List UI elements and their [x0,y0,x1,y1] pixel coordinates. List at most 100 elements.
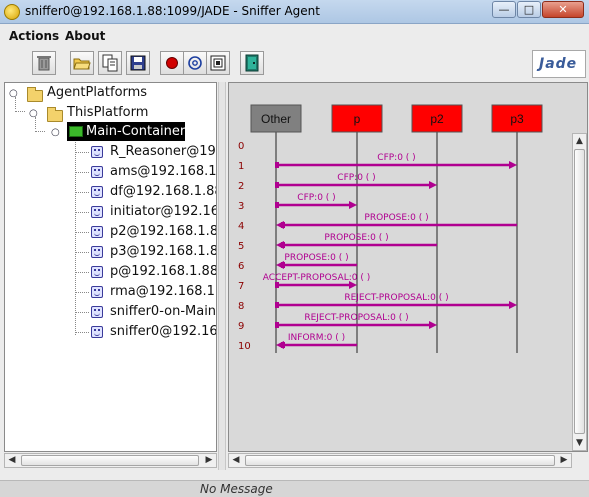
close-button[interactable]: ✕ [542,1,584,18]
scroll-left-arrow-icon[interactable]: ◀ [229,454,243,467]
message-label[interactable]: CFP:0 ( ) [377,153,415,163]
message-label[interactable]: PROPOSE:0 ( ) [284,253,348,263]
frame-icon [210,55,226,71]
scroll-right-arrow-icon[interactable]: ▶ [202,454,216,467]
arrow-head-icon [349,201,357,209]
message-label[interactable]: REJECT-PROPOSAL:0 ( ) [304,313,408,323]
folder-icon [47,107,63,122]
scroll-thumb[interactable] [245,455,555,466]
message-origin-marker [281,242,285,248]
tree-expander-root[interactable]: ○ [9,88,18,99]
agent-icon [91,326,103,338]
row-number: 3 [238,201,244,212]
tree-node-agent[interactable]: p2@192.168.1.88:1099/JADE [110,224,216,239]
clear-canvas-button[interactable] [32,51,56,75]
row-number: 4 [238,221,244,232]
message-origin-marker [275,162,279,168]
message-label[interactable]: CFP:0 ( ) [297,193,335,203]
scroll-thumb[interactable] [574,149,585,434]
message-label[interactable]: CFP:0 ( ) [337,173,375,183]
arrow-head-icon [429,181,437,189]
canvas-vertical-scrollbar[interactable]: ▲ ▼ [572,133,587,451]
message-origin-marker [275,322,279,328]
tree-expander-platform[interactable]: ○ [29,108,38,119]
trash-icon [37,56,51,71]
tree-node-agent-platforms[interactable]: AgentPlatforms [47,85,147,100]
tree-expander-container[interactable]: ○ [51,127,60,138]
scroll-right-arrow-icon[interactable]: ▶ [557,454,571,467]
agent-icon [91,146,103,158]
row-number: 1 [238,161,244,172]
folder-icon [27,87,43,102]
exit-door-icon [245,54,259,72]
message-label[interactable]: ACCEPT-PROPOSAL:0 ( ) [263,273,370,283]
sniffer-canvas-panel: Other p p2 p3 0 1 2 3 4 5 6 7 8 9 10 CFP:0 ( ) CFP:0 ( )… [228,82,588,452]
record-button[interactable] [160,51,184,75]
open-button[interactable] [70,51,94,75]
message-origin-marker [275,182,279,188]
canvas-horizontal-scrollbar[interactable]: ◀ ▶ [228,453,572,468]
message-origin-marker [275,302,279,308]
sniff-agent-button[interactable] [183,51,207,75]
agent-icon [91,186,103,198]
scroll-thumb[interactable] [21,455,199,466]
tree-node-agent[interactable]: sniffer0-on-Main-Container [110,304,216,319]
arrow-head-icon [429,321,437,329]
window-title: sniffer0@192.168.1.88:1099/JADE - Sniffe… [25,4,320,18]
message-label[interactable]: PROPOSE:0 ( ) [364,213,428,223]
row-number: 5 [238,241,244,252]
scroll-up-arrow-icon[interactable]: ▲ [573,134,586,148]
status-bar: No Message [0,480,589,497]
tree-node-agent[interactable]: initiator@192.168.1.88:1099/JADE [110,204,216,219]
save-button[interactable] [126,51,150,75]
arrow-head-icon [509,161,517,169]
row-number: 6 [238,261,244,272]
jade-logo: Jade [532,50,586,78]
scroll-down-arrow-icon[interactable]: ▼ [573,436,586,450]
tree-node-agent[interactable]: sniffer0@192.168.1.88:1099/JADE [110,324,216,339]
message-label[interactable]: PROPOSE:0 ( ) [324,233,388,243]
open-folder-icon [73,58,91,70]
agent-box-label: p2 [430,112,444,126]
message-label[interactable]: REJECT-PROPOSAL:0 ( ) [344,293,448,303]
agent-icon [91,206,103,218]
at-icon [188,56,202,70]
tree-node-agent[interactable]: R_Reasoner@192.168.1.88:1099/JADE [110,144,216,159]
agent-box-label: Other [261,112,291,126]
copy-icon [102,54,118,72]
tree-horizontal-scrollbar[interactable]: ◀ ▶ [4,453,217,468]
row-number: 9 [238,321,244,332]
tree-node-agent[interactable]: p@192.168.1.88:1099/JADE [110,264,216,279]
tree-node-agent[interactable]: df@192.168.1.88:1099/JADE [110,184,216,199]
maximize-button[interactable]: □ [517,1,541,18]
message-origin-marker [281,222,285,228]
split-pane-divider[interactable] [218,82,226,470]
tree-node-agent[interactable]: ams@192.168.1.88:1099/JADE [110,164,216,179]
agent-box-label: p3 [510,112,524,126]
tree-node-agent[interactable]: p3@192.168.1.88:1099/JADE [110,244,216,259]
show-only-button[interactable] [206,51,230,75]
minimize-button[interactable]: — [492,1,516,18]
container-icon [69,126,83,137]
status-message: No Message [200,482,273,496]
message-label[interactable]: INFORM:0 ( ) [288,333,345,343]
row-number: 10 [238,341,251,352]
agent-icon [91,226,103,238]
message-origin-marker [275,202,279,208]
agent-icon [91,246,103,258]
menu-about[interactable]: About [65,29,105,43]
tree-node-agent[interactable]: rma@192.168.1.88:1099/JADE [110,284,216,299]
menu-actions[interactable]: Actions [9,29,59,43]
toolbar: Jade [0,47,589,81]
tree-node-main-container[interactable]: Main-Container [86,124,185,139]
message-sequence-canvas: Other p p2 p3012345678910CFP:0 ( )CFP:0 ( )… [238,104,543,353]
agent-box-label: p [354,112,361,126]
arrow-head-icon [509,301,517,309]
scroll-left-arrow-icon[interactable]: ◀ [5,454,19,467]
exit-button[interactable] [240,51,264,75]
jade-logo-text: Jade [539,56,578,72]
agent-icon [91,166,103,178]
copy-button[interactable] [98,51,122,75]
agent-icon [91,306,103,318]
tree-node-this-platform[interactable]: ThisPlatform [67,105,148,120]
